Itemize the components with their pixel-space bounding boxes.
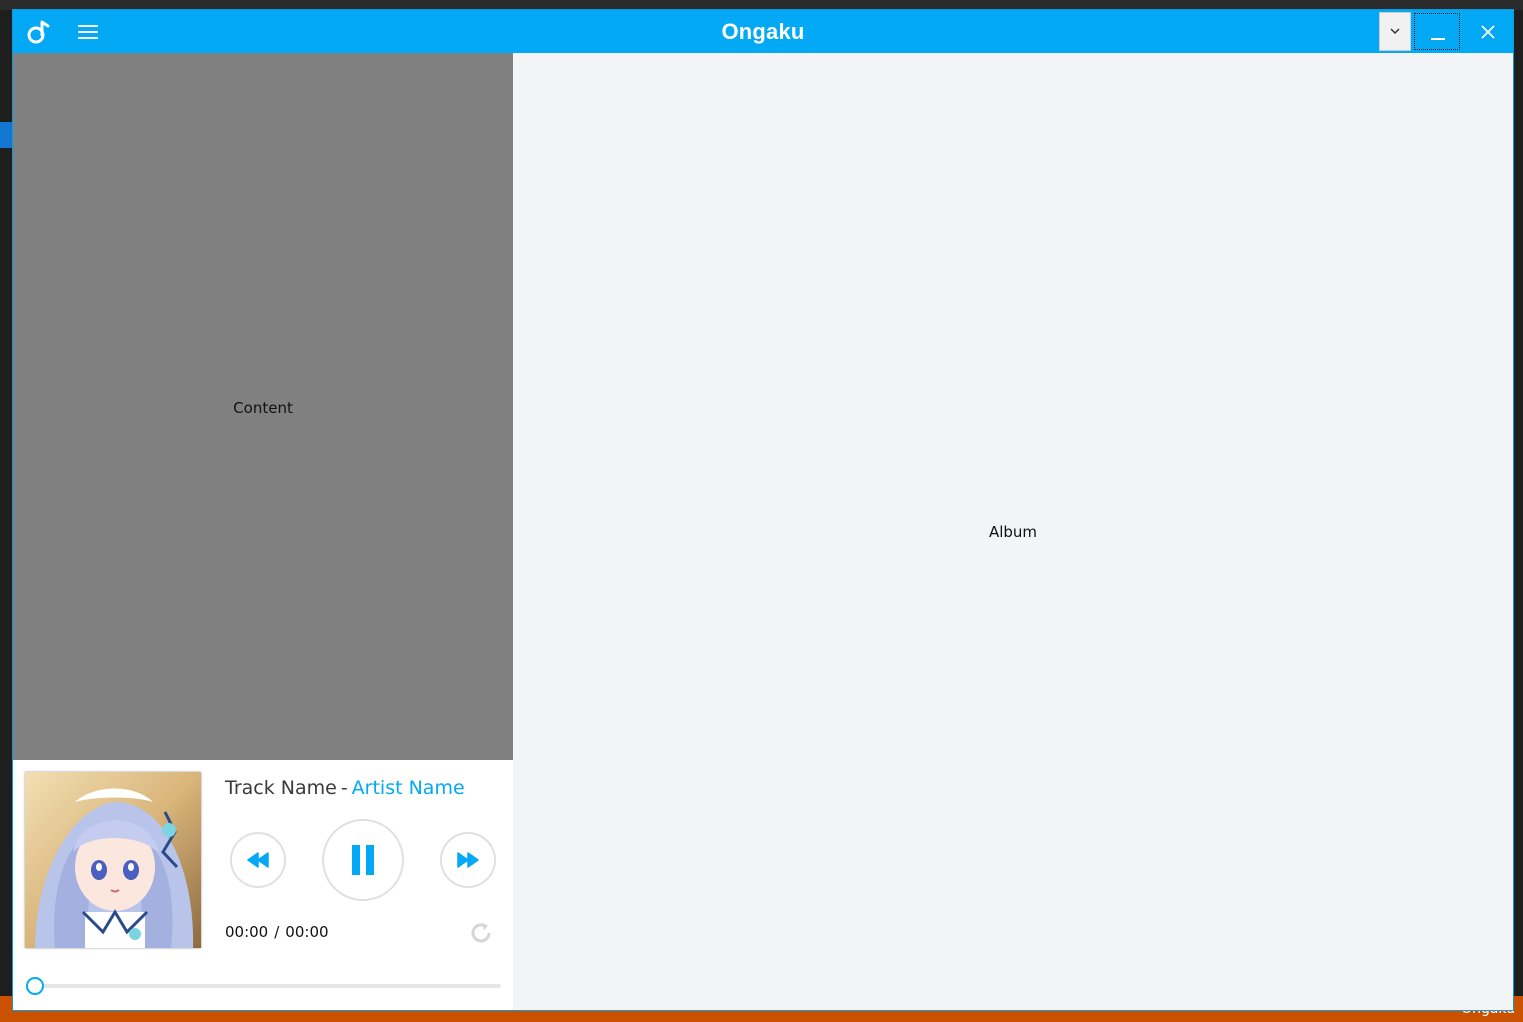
dropdown-button[interactable] [1379,12,1411,51]
close-button[interactable] [1465,13,1511,50]
player-panel: Track Name - Artist Name 00:00 / 00:00 [13,760,513,1010]
window-title: Ongaku [721,19,805,44]
pause-icon [352,845,374,875]
rewind-icon [247,852,269,868]
app-window: Ongaku Content Album Track Name - Artist… [13,10,1513,1010]
ide-right-edge [1513,10,1523,1010]
track-info: Track Name - Artist Name [225,777,465,799]
pause-button[interactable] [322,819,404,901]
album-panel: Album [513,53,1513,1010]
total-time: 00:00 [285,923,329,941]
content-panel: Content [13,53,513,760]
progress-track[interactable] [35,984,501,988]
track-name: Track Name [225,777,337,799]
fast-forward-icon [457,852,479,868]
ide-left-highlight [0,122,13,148]
progress-thumb[interactable] [26,977,44,995]
ide-left-edge [0,10,13,1010]
album-label: Album [988,523,1038,541]
minimize-icon [1431,38,1445,40]
repeat-icon[interactable] [468,920,494,946]
next-button[interactable] [440,832,496,888]
minimize-button[interactable] [1414,13,1460,50]
current-time: 00:00 [225,923,269,941]
chevron-down-icon [1390,28,1400,35]
previous-button[interactable] [230,832,286,888]
content-label: Content [233,399,293,417]
ide-menubar [0,0,1523,10]
album-art [25,772,201,948]
close-icon [1481,24,1495,39]
time-separator: / [274,923,280,941]
artist-name-link[interactable]: Artist Name [352,777,465,799]
album-art-illustration [25,772,201,948]
title-bar[interactable]: Ongaku [13,10,1513,53]
time-display: 00:00 / 00:00 [225,923,329,941]
track-separator: - [340,777,348,799]
